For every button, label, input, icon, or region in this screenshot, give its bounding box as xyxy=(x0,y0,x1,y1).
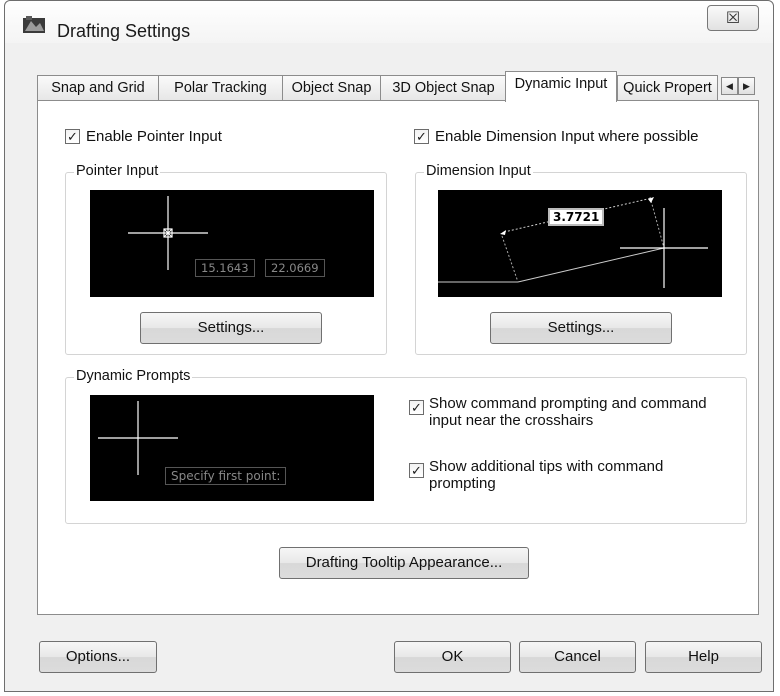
label-line: input near the crosshairs xyxy=(429,412,594,429)
enable-dimension-input-label[interactable]: Enable Dimension Input where possible xyxy=(435,128,699,145)
title-bar: Drafting Settings ☒ xyxy=(5,1,773,43)
cancel-button[interactable]: Cancel xyxy=(519,641,636,673)
tab-quick-properties[interactable]: Quick Propert xyxy=(617,75,718,101)
dynamic-prompts-title: Dynamic Prompts xyxy=(74,368,193,384)
prompt-tooltip: Specify first point: xyxy=(165,467,287,485)
drafting-settings-dialog: Drafting Settings ☒ Snap and Grid Polar … xyxy=(4,0,774,692)
tab-label: 3D Object Snap xyxy=(392,80,495,96)
label-line: prompting xyxy=(429,475,496,492)
show-additional-tips-checkbox[interactable]: ✓ xyxy=(409,463,424,478)
close-icon: ☒ xyxy=(725,10,741,27)
pointer-input-settings-button[interactable]: Settings... xyxy=(140,312,322,344)
tab-polar-tracking[interactable]: Polar Tracking xyxy=(158,75,283,101)
check-icon: ✓ xyxy=(411,463,422,478)
arrow-left-icon: ◀ xyxy=(726,81,733,91)
tab-dynamic-input[interactable]: Dynamic Input xyxy=(505,71,617,102)
pointer-y-tooltip: 22.0669 xyxy=(265,259,325,277)
crosshair-icon xyxy=(128,196,208,270)
check-icon: ✓ xyxy=(411,400,422,415)
tab-3d-object-snap[interactable]: 3D Object Snap xyxy=(380,75,507,101)
prompt-crosshair-icon xyxy=(98,401,178,475)
dynamic-input-panel: ✓ Enable Pointer Input ✓ Enable Dimensio… xyxy=(37,100,759,615)
dimension-crosshair-icon xyxy=(438,196,708,288)
label-line: Show command prompting and command xyxy=(429,395,707,412)
dimension-input-settings-button[interactable]: Settings... xyxy=(490,312,672,344)
show-command-prompting-checkbox[interactable]: ✓ xyxy=(409,400,424,415)
tab-label: Dynamic Input xyxy=(514,76,608,92)
tab-label: Snap and Grid xyxy=(51,80,145,96)
check-icon: ✓ xyxy=(416,129,427,144)
check-icon: ✓ xyxy=(67,129,78,144)
ok-button[interactable]: OK xyxy=(394,641,511,673)
pointer-input-title: Pointer Input xyxy=(74,163,161,179)
tab-object-snap[interactable]: Object Snap xyxy=(282,75,381,101)
enable-pointer-input-label[interactable]: Enable Pointer Input xyxy=(86,128,222,145)
tab-snap-and-grid[interactable]: Snap and Grid xyxy=(37,75,159,101)
close-button[interactable]: ☒ xyxy=(707,5,759,31)
dynamic-prompts-group: Dynamic Prompts Specify first point: ✓ S… xyxy=(65,368,747,524)
dynamic-prompts-preview: Specify first point: xyxy=(90,395,374,501)
label-line: Show additional tips with command xyxy=(429,458,664,475)
enable-dimension-input-checkbox[interactable]: ✓ xyxy=(414,129,429,144)
tab-label: Object Snap xyxy=(291,80,372,96)
tab-scroll-left-button[interactable]: ◀ xyxy=(721,77,738,95)
tab-strip: Snap and Grid Polar Tracking Object Snap… xyxy=(37,71,757,102)
window-title: Drafting Settings xyxy=(57,21,191,41)
arrow-right-icon: ▶ xyxy=(743,81,750,91)
tab-scroll-right-button[interactable]: ▶ xyxy=(738,77,755,95)
show-command-prompting-label[interactable]: Show command prompting and command input… xyxy=(429,395,707,429)
enable-pointer-input-checkbox[interactable]: ✓ xyxy=(65,129,80,144)
pointer-input-preview: 15.1643 22.0669 xyxy=(90,190,374,297)
tab-label: Polar Tracking xyxy=(174,80,267,96)
help-button[interactable]: Help xyxy=(645,641,762,673)
app-icon xyxy=(23,16,45,33)
tab-label: Quick Propert xyxy=(623,80,712,96)
dimension-value-field: 3.7721 xyxy=(548,208,605,226)
show-additional-tips-label[interactable]: Show additional tips with command prompt… xyxy=(429,458,663,492)
dimension-input-title: Dimension Input xyxy=(424,163,533,179)
pointer-x-tooltip: 15.1643 xyxy=(195,259,255,277)
pointer-input-group: Pointer Input 15.1643 22.0669 Settings..… xyxy=(65,163,387,355)
dimension-input-preview: 3.7721 xyxy=(438,190,722,297)
drafting-tooltip-appearance-button[interactable]: Drafting Tooltip Appearance... xyxy=(279,547,529,579)
options-button[interactable]: Options... xyxy=(39,641,157,673)
dimension-input-group: Dimension Input 3.7721 Settings... xyxy=(415,163,747,355)
